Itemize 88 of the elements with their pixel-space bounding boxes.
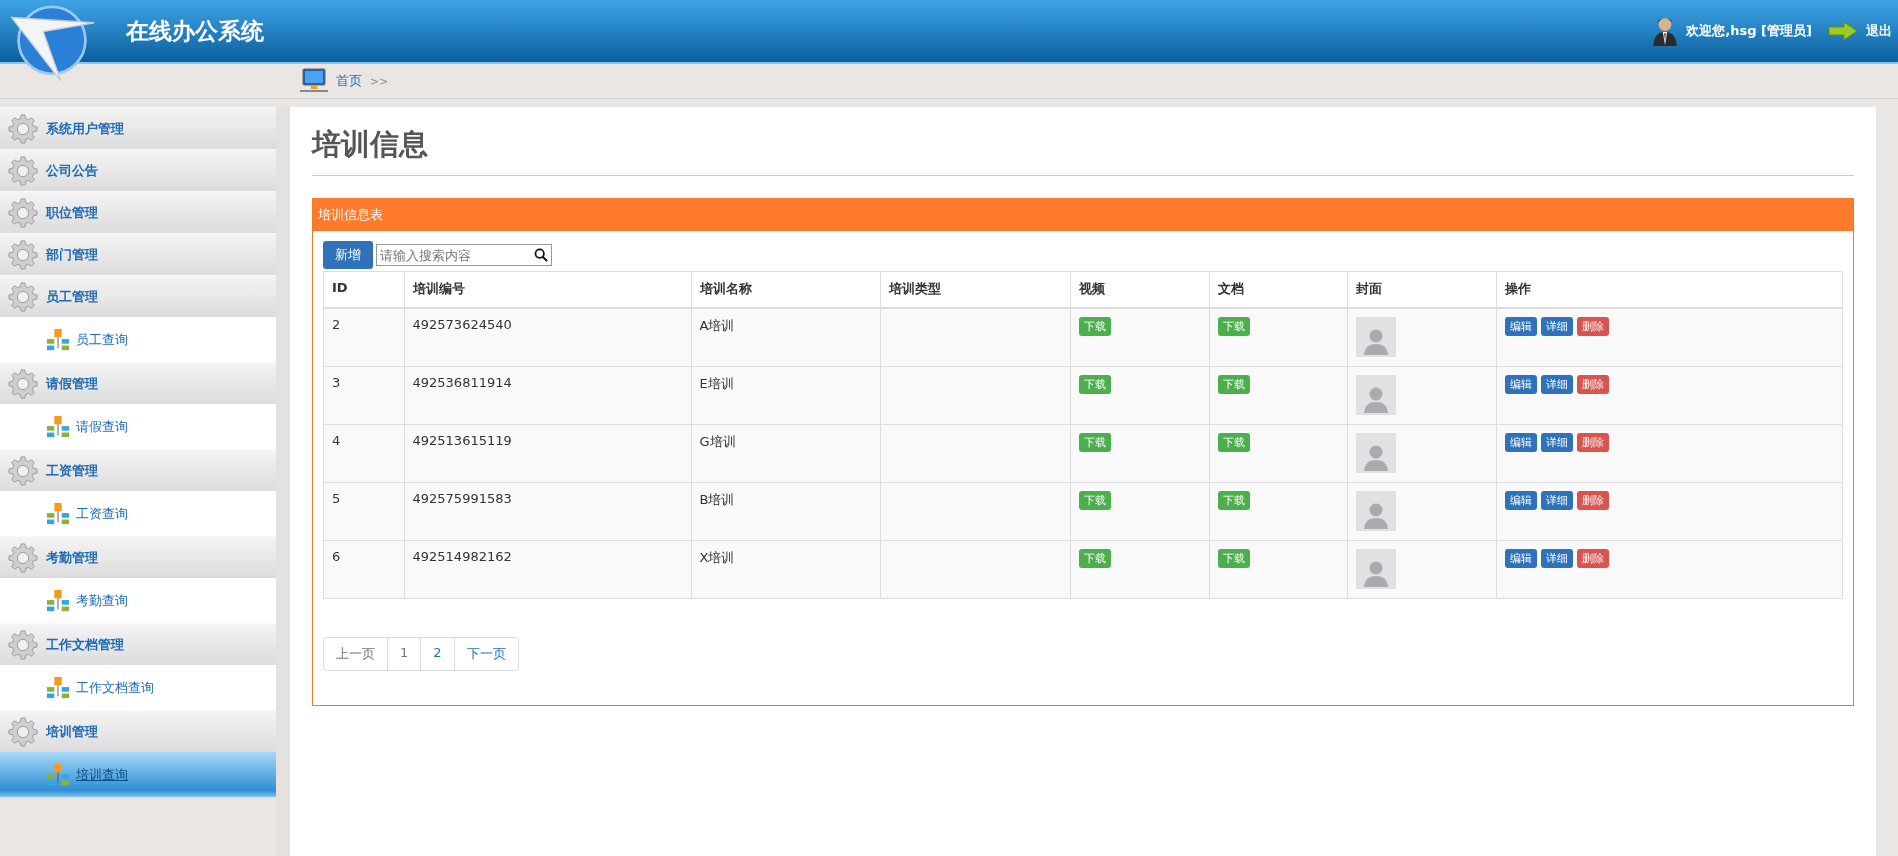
download-button[interactable]: 下载 xyxy=(1217,490,1250,510)
action-button[interactable]: 删除 xyxy=(1576,548,1609,568)
app-title: 在线办公系统 xyxy=(126,16,264,46)
table-cell: 2 xyxy=(323,308,404,366)
table-cell: 492514982162 xyxy=(404,540,692,598)
menu-group[interactable]: 工作文档管理 xyxy=(0,623,276,665)
home-link[interactable]: 首页 xyxy=(336,72,362,90)
table-cell: 4 xyxy=(323,424,404,482)
download-button[interactable]: 下载 xyxy=(1217,374,1250,394)
table-cell: 492573624540 xyxy=(404,308,692,366)
table-cell: X培训 xyxy=(691,540,881,598)
action-button[interactable]: 编辑 xyxy=(1504,317,1537,336)
next-page-link[interactable]: 下一页 xyxy=(453,637,518,670)
sitemap-icon xyxy=(46,762,70,787)
gear-icon xyxy=(8,542,38,573)
table-cell: B培训 xyxy=(691,482,881,540)
action-button[interactable]: 编辑 xyxy=(1504,432,1537,452)
menu-group[interactable]: 公司公告 xyxy=(0,149,276,191)
table-cell: 492536811914 xyxy=(404,366,692,424)
right-arrow-icon xyxy=(1828,21,1858,41)
action-button[interactable]: 删除 xyxy=(1576,374,1609,394)
download-button[interactable]: 下载 xyxy=(1217,317,1250,336)
gear-icon xyxy=(8,239,38,270)
download-button[interactable]: 下载 xyxy=(1079,317,1112,336)
menu-group[interactable]: 请假管理 xyxy=(0,362,276,404)
page-link[interactable]: 2 xyxy=(420,637,454,670)
download-button[interactable]: 下载 xyxy=(1079,548,1112,568)
action-button[interactable]: 编辑 xyxy=(1504,548,1537,568)
menu-group[interactable]: 部门管理 xyxy=(0,233,276,275)
welcome-text: 欢迎您,hsg [管理员] xyxy=(1686,22,1812,40)
download-button[interactable]: 下载 xyxy=(1217,548,1250,568)
action-button[interactable]: 删除 xyxy=(1576,490,1609,510)
table-cell: E培训 xyxy=(691,366,881,424)
sitemap-icon xyxy=(46,414,70,439)
gear-icon xyxy=(8,716,38,747)
menu-item[interactable]: 考勤查询 xyxy=(0,578,276,623)
gear-icon xyxy=(8,368,38,399)
search-icon xyxy=(534,248,548,262)
menu-group[interactable]: 职位管理 xyxy=(0,191,276,233)
table-cell: 6 xyxy=(323,540,404,598)
action-button[interactable]: 详细 xyxy=(1540,490,1573,510)
menu-group[interactable]: 工资管理 xyxy=(0,449,276,491)
table-cell: A培训 xyxy=(691,308,881,366)
table-cell: 492575991583 xyxy=(404,482,692,540)
menu-item[interactable]: 培训查询 xyxy=(0,752,276,797)
computer-icon xyxy=(300,68,328,94)
action-button[interactable]: 详细 xyxy=(1540,374,1573,394)
menu-group[interactable]: 系统用户管理 xyxy=(0,107,276,149)
table-cell: 5 xyxy=(323,482,404,540)
breadcrumb-separator: >> xyxy=(370,74,389,88)
gear-icon xyxy=(8,629,38,660)
action-button[interactable]: 编辑 xyxy=(1504,374,1537,394)
table-cell: G培训 xyxy=(691,424,881,482)
download-button[interactable]: 下载 xyxy=(1217,432,1250,452)
action-button[interactable]: 详细 xyxy=(1540,317,1573,336)
download-button[interactable]: 下载 xyxy=(1079,490,1112,510)
menu-group[interactable]: 培训管理 xyxy=(0,710,276,752)
action-button[interactable]: 编辑 xyxy=(1504,490,1537,510)
logout-link[interactable]: 退出 xyxy=(1866,22,1892,40)
menu-group[interactable]: 考勤管理 xyxy=(0,536,276,578)
gear-icon xyxy=(8,155,38,186)
menu-item[interactable]: 工作文档查询 xyxy=(0,665,276,710)
sitemap-icon xyxy=(46,327,70,352)
table-cell: 3 xyxy=(323,366,404,424)
panel-header: 培训信息表 xyxy=(313,199,1853,231)
action-button[interactable]: 详细 xyxy=(1540,432,1573,452)
gear-icon xyxy=(8,113,38,144)
action-button[interactable]: 删除 xyxy=(1576,432,1609,452)
page-title: 培训信息 xyxy=(312,126,429,163)
gear-icon xyxy=(8,455,38,486)
add-button[interactable]: 新增 xyxy=(323,241,373,269)
search-field[interactable]: 请输入搜索内容 xyxy=(376,244,552,266)
download-button[interactable]: 下载 xyxy=(1079,374,1112,394)
sitemap-icon xyxy=(46,588,70,613)
page-link[interactable]: 1 xyxy=(387,637,421,670)
menu-item[interactable]: 请假查询 xyxy=(0,404,276,449)
download-button[interactable]: 下载 xyxy=(1079,432,1112,452)
sitemap-icon xyxy=(46,501,70,526)
menu-item[interactable]: 工资查询 xyxy=(0,491,276,536)
sitemap-icon xyxy=(46,675,70,700)
action-button[interactable]: 详细 xyxy=(1540,548,1573,568)
gear-icon xyxy=(8,281,38,312)
action-button[interactable]: 删除 xyxy=(1576,317,1609,336)
table-cell: 492513615119 xyxy=(404,424,692,482)
user-avatar-icon xyxy=(1652,16,1679,46)
menu-item[interactable]: 员工查询 xyxy=(0,317,276,362)
gear-icon xyxy=(8,197,38,228)
menu-group[interactable]: 员工管理 xyxy=(0,275,276,317)
